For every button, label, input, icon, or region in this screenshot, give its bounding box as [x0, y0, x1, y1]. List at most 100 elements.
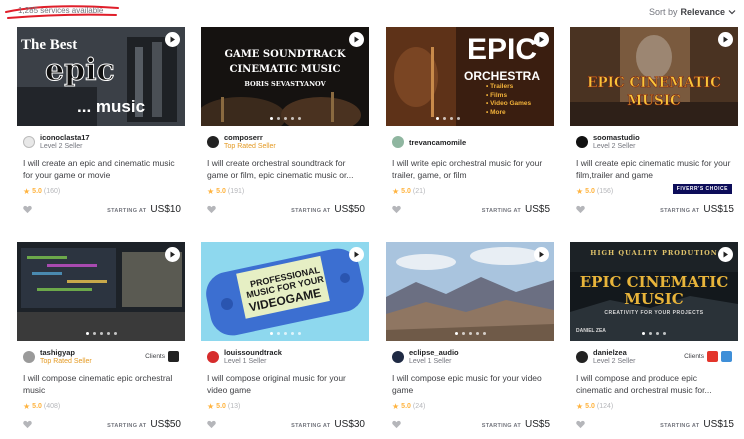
sort-dropdown[interactable]: Sort by Relevance	[649, 7, 736, 17]
tubi-logo-icon	[707, 351, 718, 362]
thumb-title-2: EPIC CINEMATIC	[579, 273, 729, 291]
gig-title[interactable]: I will create orchestral soundtrack for …	[207, 158, 365, 182]
play-button[interactable]	[165, 247, 180, 262]
gig-title[interactable]: I will create epic cinematic music for y…	[576, 158, 734, 182]
gig-thumbnail[interactable]: The Best epic ... music	[17, 27, 185, 126]
seller-name[interactable]: trevancamomile	[409, 138, 466, 147]
starting-at-label: STARTING AT	[660, 423, 700, 429]
play-button[interactable]	[534, 32, 549, 47]
gig-card[interactable]: EPIC ORCHESTRA • Trailers • Films • Vide…	[386, 27, 554, 222]
review-count: (13)	[227, 403, 241, 410]
heart-icon[interactable]	[23, 420, 32, 429]
thumb-title-3: BORIS SEVASTYANOV	[244, 80, 326, 88]
thumb-title-2: epic	[45, 53, 116, 89]
seller-name[interactable]: louissoundtrack	[224, 348, 282, 357]
gig-card[interactable]: eclipse_audio Level 1 Seller I will comp…	[386, 242, 554, 437]
gig-thumbnail[interactable]: EPIC ORCHESTRA • Trailers • Films • Vide…	[386, 27, 554, 126]
play-icon	[170, 36, 175, 43]
card-footer: STARTING AT US$50	[23, 419, 181, 433]
gig-title[interactable]: I will compose epic music for your video…	[392, 373, 550, 397]
heart-icon[interactable]	[207, 205, 216, 214]
heart-icon[interactable]	[576, 205, 585, 214]
seller-name[interactable]: soomastudio	[593, 133, 640, 142]
carousel-dots[interactable]	[201, 332, 369, 335]
starting-at-label: STARTING AT	[481, 208, 521, 214]
avatar[interactable]	[207, 136, 219, 148]
thumb-title-1: HIGH QUALITY PRODUTION	[590, 249, 718, 257]
fiverrs-choice-badge: FIVERR'S CHOICE	[672, 184, 732, 194]
gig-title[interactable]: I will compose and produce epic cinemati…	[576, 373, 734, 397]
gig-title[interactable]: I will compose cinematic epic orchestral…	[23, 373, 181, 397]
avatar[interactable]	[23, 136, 35, 148]
gig-thumbnail[interactable]	[386, 242, 554, 341]
gig-card[interactable]: tashigyap Top Rated Seller Clients I wil…	[17, 242, 185, 437]
avatar[interactable]	[23, 351, 35, 363]
rating: ★ 5.0 (24)	[392, 402, 425, 411]
carousel-dots[interactable]	[386, 332, 554, 335]
price[interactable]: STARTING AT US$50	[291, 204, 365, 215]
star-icon: ★	[576, 402, 584, 411]
avatar[interactable]	[576, 136, 588, 148]
play-icon	[723, 251, 728, 258]
rating-value: 5.0	[585, 403, 595, 410]
price[interactable]: STARTING AT US$5	[482, 204, 550, 215]
heart-icon[interactable]	[207, 420, 216, 429]
gig-thumbnail[interactable]: PROFESSIONAL MUSIC FOR YOUR VIDEOGAME	[201, 242, 369, 341]
gig-card[interactable]: GAME SOUNDTRACK CINEMATIC MUSIC BORIS SE…	[201, 27, 369, 222]
seller-level: Level 1 Seller	[224, 358, 267, 365]
play-button[interactable]	[349, 247, 364, 262]
gig-title[interactable]: I will create an epic and cinematic musi…	[23, 158, 181, 182]
price[interactable]: STARTING AT US$10	[107, 204, 181, 215]
carousel-dots[interactable]	[201, 117, 369, 120]
heart-icon[interactable]	[392, 205, 401, 214]
clients-label: Clients	[684, 353, 704, 360]
play-button[interactable]	[718, 247, 733, 262]
price[interactable]: STARTING AT US$50	[107, 419, 181, 430]
avatar[interactable]	[392, 351, 404, 363]
heart-icon[interactable]	[576, 420, 585, 429]
seller-level: Top Rated Seller	[40, 358, 92, 365]
seller-name[interactable]: composerr	[224, 133, 263, 142]
price[interactable]: STARTING AT US$5	[482, 419, 550, 430]
heart-icon[interactable]	[23, 205, 32, 214]
gig-card[interactable]: The Best epic ... music iconoclasta17 Le…	[17, 27, 185, 222]
gig-thumbnail[interactable]: HIGH QUALITY PRODUTION EPIC CINEMATIC MU…	[570, 242, 738, 341]
seller-info: iconoclasta17 Level 2 Seller	[23, 132, 183, 154]
carousel-dots[interactable]	[386, 117, 554, 120]
avatar[interactable]	[576, 351, 588, 363]
play-button[interactable]	[165, 32, 180, 47]
review-count: (24)	[412, 403, 426, 410]
gig-card[interactable]: HIGH QUALITY PRODUTION EPIC CINEMATIC MU…	[570, 242, 738, 437]
play-button[interactable]	[349, 32, 364, 47]
gig-title[interactable]: I will compose original music for your v…	[207, 373, 365, 397]
seller-name[interactable]: danielzea	[593, 348, 627, 357]
avatar[interactable]	[392, 136, 404, 148]
avatar[interactable]	[207, 351, 219, 363]
play-button[interactable]	[718, 32, 733, 47]
price-value: US$15	[703, 204, 734, 215]
price[interactable]: STARTING AT US$15	[660, 419, 734, 430]
thumbnail-image	[201, 27, 369, 126]
card-footer: STARTING AT US$15	[576, 419, 734, 433]
price[interactable]: STARTING AT US$15	[660, 204, 734, 215]
gig-thumbnail[interactable]	[17, 242, 185, 341]
gig-card[interactable]: PROFESSIONAL MUSIC FOR YOUR VIDEOGAME lo…	[201, 242, 369, 437]
thumb-title-1: GAME SOUNDTRACK	[224, 49, 346, 60]
heart-icon[interactable]	[392, 420, 401, 429]
gig-thumbnail[interactable]: EPIC CINEMATIC MUSIC	[570, 27, 738, 126]
thumb-title-2: ORCHESTRA	[463, 69, 540, 83]
star-icon: ★	[576, 187, 584, 196]
gig-title[interactable]: I will write epic orchestral music for y…	[392, 158, 550, 182]
seller-name[interactable]: eclipse_audio	[409, 348, 459, 357]
play-button[interactable]	[534, 247, 549, 262]
thumb-title-1: EPIC CINEMATIC	[587, 75, 721, 92]
rating-value: 5.0	[585, 188, 595, 195]
price-value: US$50	[150, 419, 181, 430]
gig-card[interactable]: EPIC CINEMATIC MUSIC soomastudio Level 2…	[570, 27, 738, 222]
seller-name[interactable]: iconoclasta17	[40, 133, 90, 142]
seller-name[interactable]: tashigyap	[40, 348, 75, 357]
price[interactable]: STARTING AT US$30	[291, 419, 365, 430]
gig-thumbnail[interactable]: GAME SOUNDTRACK CINEMATIC MUSIC BORIS SE…	[201, 27, 369, 126]
carousel-dots[interactable]	[17, 332, 185, 335]
carousel-dots[interactable]	[570, 332, 738, 335]
